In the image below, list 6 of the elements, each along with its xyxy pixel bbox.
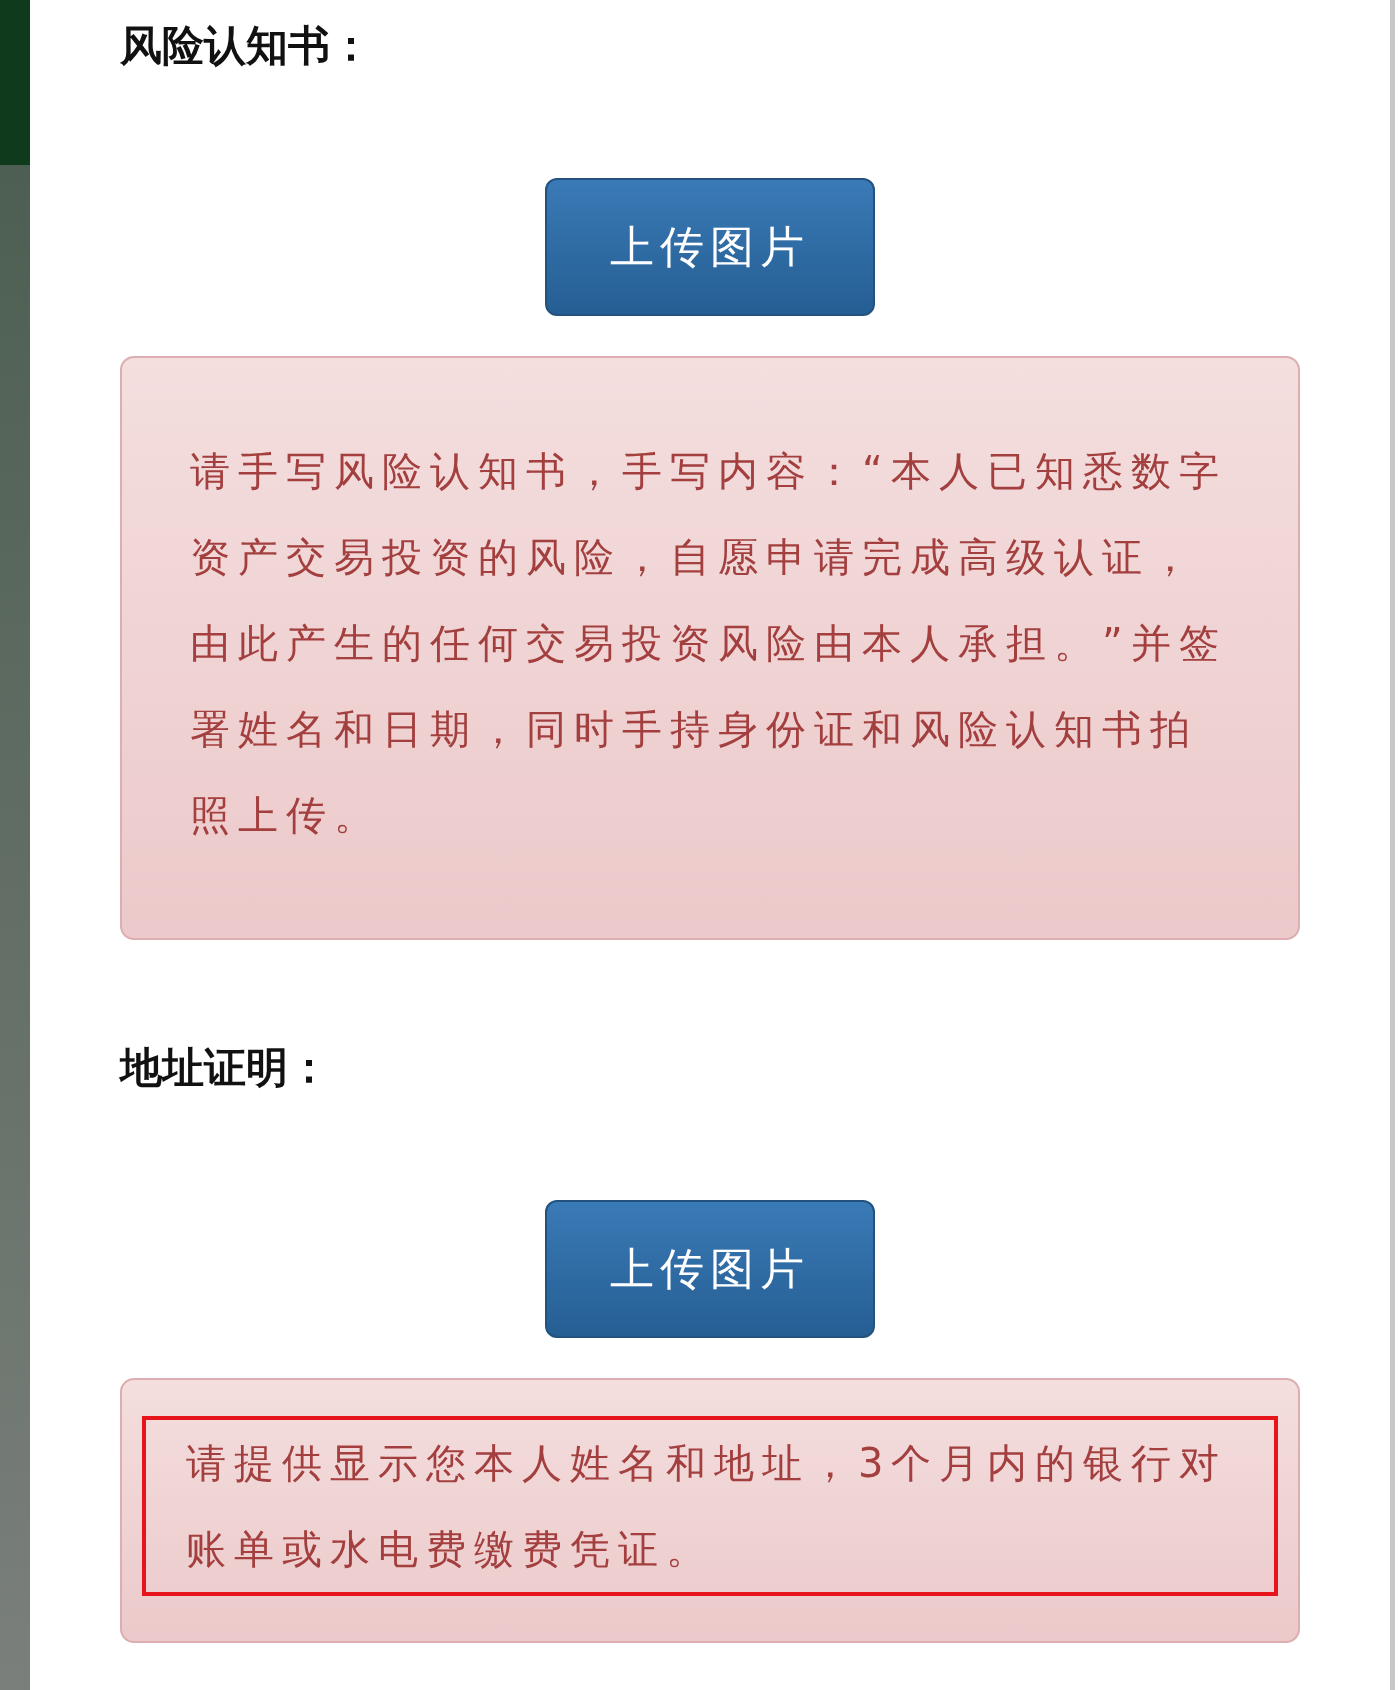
notice-text: 请手写风险认知书，手写内容：“本人已知悉数字资产交易投资的风险，自愿申请完成高级认证，由此产生的任何交易投资风险由本人承担。”并签署姓名和日期，同时手持身份证和风险认知书拍照上传。 bbox=[190, 447, 1228, 840]
notice-text: 请提供显示您本人姓名和地址，3个月内的银行对账单或水电费缴费凭证。 bbox=[186, 1439, 1229, 1574]
section-title: 风险认知书： bbox=[120, 20, 373, 72]
section-title: 地址证明： bbox=[120, 1042, 331, 1094]
upload-button[interactable]: 上传图片 bbox=[545, 178, 875, 316]
upload-button[interactable]: 上传图片 bbox=[545, 1200, 875, 1338]
